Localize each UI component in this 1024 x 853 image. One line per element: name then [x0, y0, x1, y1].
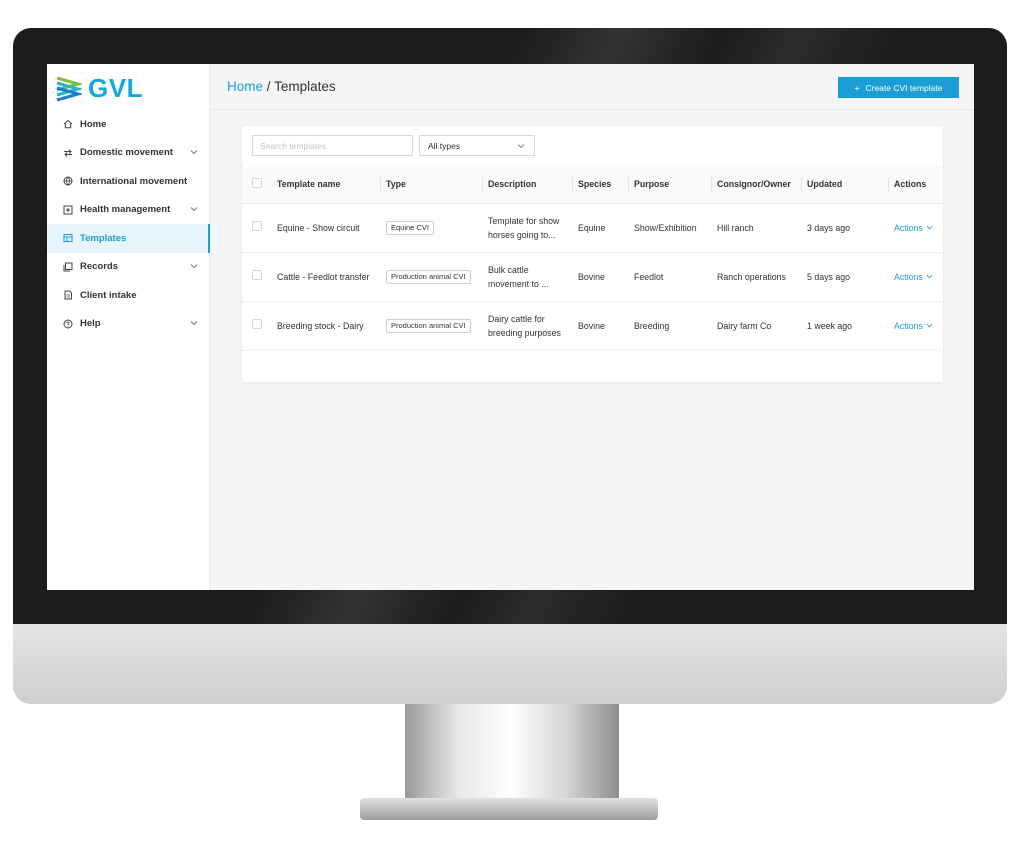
type-tag: Production animal CVI	[386, 319, 471, 333]
updated-cell: 1 week ago	[807, 301, 894, 351]
document-icon	[63, 290, 73, 300]
row-checkbox[interactable]	[252, 220, 262, 231]
sidebar-nav: Home Domestic movement International mov…	[47, 110, 210, 338]
sidebar-item-label: Health management	[80, 204, 171, 216]
row-actions-dropdown[interactable]: Actions	[894, 221, 933, 235]
type-tag: Equine CVI	[386, 221, 434, 235]
plus-square-icon	[63, 205, 73, 215]
create-cvi-template-button[interactable]: + Create CVI template	[838, 77, 959, 98]
chevron-down-icon	[517, 144, 525, 149]
table-row[interactable]: Breeding stock - Dairy Production animal…	[242, 301, 943, 351]
page-header: Home / Templates + Create CVI template	[211, 64, 974, 110]
chevron-down-icon	[926, 323, 933, 328]
sidebar-item-records[interactable]: Records	[47, 253, 210, 282]
row-actions-dropdown[interactable]: Actions	[894, 319, 933, 333]
home-icon	[63, 119, 73, 129]
sidebar-item-label: Records	[80, 261, 119, 273]
column-header-template-name[interactable]: Template name	[277, 166, 386, 204]
updated-cell: 5 days ago	[807, 252, 894, 302]
sidebar-item-international-movement[interactable]: International movement	[47, 167, 210, 196]
species-cell: Equine	[578, 203, 634, 253]
chevron-down-icon[interactable]	[190, 205, 198, 213]
sidebar-item-label: Home	[80, 118, 107, 130]
chevron-down-icon	[926, 225, 933, 230]
monitor-stand-neck	[405, 704, 619, 800]
breadcrumb-separator: /	[266, 79, 271, 94]
search-input[interactable]	[252, 135, 413, 156]
owner-cell: Ranch operations	[717, 252, 807, 302]
description-cell: Bulk cattle movement to ...	[488, 264, 549, 289]
column-header-species[interactable]: Species	[572, 166, 634, 204]
breadcrumb-current: Templates	[274, 79, 336, 94]
purpose-cell: Feedlot	[634, 252, 717, 302]
template-name-cell[interactable]: Breeding stock - Dairy	[277, 301, 386, 351]
row-checkbox[interactable]	[252, 318, 262, 329]
table-header-row: Template name Type Description Species P…	[242, 166, 943, 204]
help-circle-icon	[63, 319, 73, 329]
sidebar-item-client-intake[interactable]: Client intake	[47, 281, 210, 310]
brand-name: GVL	[88, 72, 143, 103]
sidebar: GVL Home Domestic movement International…	[47, 64, 210, 590]
brand-logo[interactable]: GVL	[56, 72, 143, 104]
chevron-down-icon	[926, 274, 933, 279]
purpose-cell: Show/Exhibition	[634, 203, 717, 253]
templates-card: All types Template name Type Description…	[242, 126, 943, 382]
monitor-stand-foot	[360, 798, 658, 820]
chevron-down-icon[interactable]	[190, 319, 198, 327]
purpose-cell: Breeding	[634, 301, 717, 351]
column-header-purpose[interactable]: Purpose	[628, 166, 717, 204]
column-header-type[interactable]: Type	[380, 166, 488, 204]
owner-cell: Hill ranch	[717, 203, 807, 253]
sidebar-item-label: Client intake	[80, 289, 137, 301]
breadcrumb-home-link[interactable]: Home	[227, 79, 263, 94]
create-button-label: Create CVI template	[865, 82, 943, 93]
table-row[interactable]: Cattle - Feedlot transfer Production ani…	[242, 252, 943, 302]
column-header-actions: Actions	[888, 166, 943, 204]
template-name-cell[interactable]: Equine - Show circuit	[277, 203, 386, 253]
row-checkbox[interactable]	[252, 269, 262, 280]
stacked-chevrons-logo-icon	[56, 76, 82, 102]
sidebar-item-home[interactable]: Home	[47, 110, 210, 139]
sidebar-item-label: Templates	[80, 232, 127, 244]
plus-icon: +	[854, 82, 860, 93]
sidebar-item-label: International movement	[80, 175, 188, 187]
chevron-down-icon[interactable]	[190, 148, 198, 156]
owner-cell: Dairy farm Co	[717, 301, 807, 351]
swap-arrows-icon	[63, 148, 73, 158]
updated-cell: 3 days ago	[807, 203, 894, 253]
column-header-description[interactable]: Description	[482, 166, 578, 204]
globe-icon	[63, 176, 73, 186]
sidebar-item-templates[interactable]: Templates	[47, 224, 210, 253]
type-filter-select[interactable]: All types	[419, 135, 535, 156]
sidebar-item-label: Domestic movement	[80, 147, 173, 159]
sidebar-item-health-management[interactable]: Health management	[47, 196, 210, 225]
row-actions-dropdown[interactable]: Actions	[894, 270, 933, 284]
templates-table: Template name Type Description Species P…	[242, 166, 943, 351]
sidebar-item-label: Help	[80, 318, 101, 330]
select-all-checkbox[interactable]	[252, 178, 262, 189]
breadcrumb: Home / Templates	[227, 79, 336, 94]
type-tag: Production animal CVI	[386, 270, 471, 284]
description-cell: Template for show horses going to...	[488, 215, 560, 240]
select-all-cell	[242, 166, 277, 204]
template-icon	[63, 233, 73, 243]
sidebar-item-help[interactable]: Help	[47, 310, 210, 339]
records-icon	[63, 262, 73, 272]
type-filter-value: All types	[428, 140, 461, 151]
table-row[interactable]: Equine - Show circuit Equine CVI Templat…	[242, 203, 943, 253]
column-header-consignor-owner[interactable]: Consignor/Owner	[711, 166, 807, 204]
chevron-down-icon[interactable]	[190, 262, 198, 270]
app-screen: GVL Home Domestic movement International…	[47, 64, 974, 590]
template-name-cell[interactable]: Cattle - Feedlot transfer	[277, 252, 386, 302]
monitor-chin	[13, 624, 1007, 704]
column-header-updated[interactable]: Updated	[801, 166, 894, 204]
species-cell: Bovine	[578, 301, 634, 351]
sidebar-item-domestic-movement[interactable]: Domestic movement	[47, 139, 210, 168]
species-cell: Bovine	[578, 252, 634, 302]
description-cell: Dairy cattle for breeding purposes	[488, 313, 561, 338]
